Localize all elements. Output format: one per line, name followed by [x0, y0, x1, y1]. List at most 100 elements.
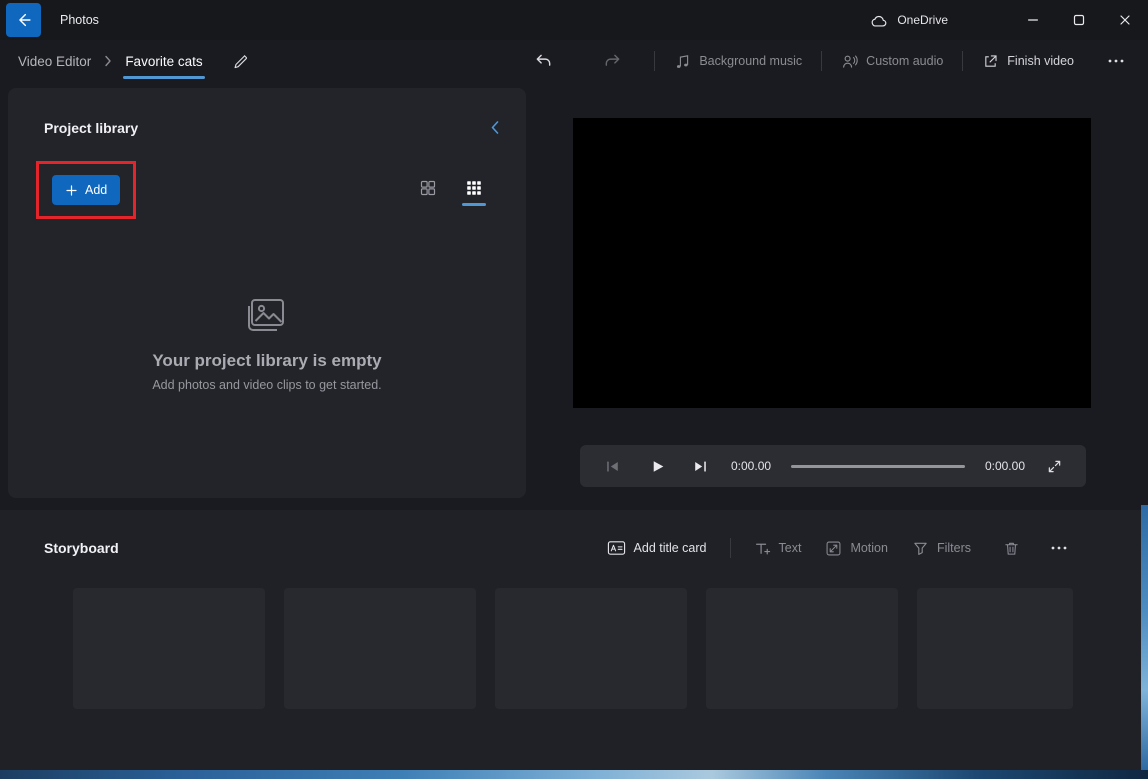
undo-icon — [534, 52, 553, 71]
music-note-icon — [674, 53, 691, 70]
play-button[interactable] — [641, 454, 674, 479]
plus-icon — [65, 184, 78, 197]
toolbar-separator — [962, 51, 963, 71]
elapsed-time: 0:00.00 — [731, 459, 771, 473]
background-music-label: Background music — [699, 54, 802, 68]
text-icon — [754, 540, 771, 557]
back-button[interactable] — [6, 3, 41, 37]
view-toggle-large-thumbnails[interactable] — [416, 175, 440, 206]
motion-button[interactable]: Motion — [813, 536, 900, 561]
custom-audio-icon — [841, 53, 858, 70]
storyboard-placeholder — [917, 588, 1073, 709]
project-name[interactable]: Favorite cats — [125, 40, 202, 82]
more-options-button[interactable] — [1098, 46, 1134, 76]
pencil-icon — [232, 53, 249, 70]
fullscreen-button[interactable] — [1039, 455, 1070, 478]
add-button[interactable]: Add — [52, 175, 120, 205]
motion-icon — [825, 540, 842, 557]
add-button-label: Add — [85, 183, 107, 197]
add-title-card-label: Add title card — [634, 541, 707, 555]
titlebar: Photos OneDrive — [0, 0, 1148, 40]
desktop-wallpaper-strip-bottom — [0, 770, 1148, 779]
delete-button[interactable] — [997, 536, 1026, 561]
ellipsis-icon — [1107, 52, 1125, 70]
view-toggles — [416, 175, 486, 206]
seek-track — [791, 465, 965, 468]
chevron-left-icon — [490, 120, 500, 135]
export-icon — [982, 53, 999, 70]
breadcrumb-video-editor[interactable]: Video Editor — [18, 50, 91, 73]
main-area: Project library Add — [0, 82, 1148, 510]
project-library-title: Project library — [44, 120, 138, 136]
ellipsis-icon — [1050, 539, 1068, 557]
photos-app-window: Photos OneDrive — [0, 0, 1148, 770]
project-library-panel: Project library Add — [8, 88, 526, 498]
redo-icon — [603, 52, 622, 71]
minimize-button[interactable] — [1010, 0, 1056, 40]
text-label: Text — [779, 541, 802, 555]
custom-audio-label: Custom audio — [866, 54, 943, 68]
storyboard-cards — [0, 588, 1148, 709]
motion-label: Motion — [850, 541, 888, 555]
annotation-highlight: Add — [36, 161, 136, 219]
onedrive-label: OneDrive — [897, 13, 948, 27]
player-bar: 0:00.00 0:00.00 — [580, 445, 1086, 487]
storyboard-placeholder — [284, 588, 476, 709]
top-toolbar: Background music Custom audio Finish vid… — [525, 46, 1134, 77]
close-icon — [1117, 12, 1133, 28]
storyboard-placeholder — [706, 588, 898, 709]
empty-subtitle: Add photos and video clips to get starte… — [152, 378, 381, 392]
next-frame-button[interactable] — [684, 454, 717, 479]
play-icon — [649, 458, 666, 475]
title-card-icon — [607, 540, 626, 556]
project-name-label: Favorite cats — [125, 54, 202, 69]
video-preview — [573, 118, 1091, 408]
collapse-panel-button[interactable] — [486, 118, 504, 137]
add-title-card-button[interactable]: Add title card — [595, 536, 719, 560]
trash-icon — [1003, 540, 1020, 557]
custom-audio-button[interactable]: Custom audio — [833, 47, 951, 76]
expand-icon — [1047, 459, 1062, 474]
empty-title: Your project library is empty — [152, 351, 381, 371]
grid-2x2-icon — [419, 179, 437, 197]
maximize-icon — [1071, 12, 1087, 28]
cloud-icon — [869, 13, 889, 28]
project-name-underline — [123, 76, 204, 79]
storyboard-section: Storyboard Add title card Text — [0, 510, 1148, 770]
next-frame-icon — [692, 458, 709, 475]
undo-button[interactable] — [525, 46, 562, 77]
storyboard-more-button[interactable] — [1044, 535, 1074, 561]
finish-video-button[interactable]: Finish video — [974, 47, 1082, 76]
storyboard-placeholder — [495, 588, 687, 709]
app-title: Photos — [60, 13, 99, 27]
redo-button[interactable] — [594, 46, 631, 77]
empty-state: Your project library is empty Add photos… — [8, 295, 526, 392]
close-button[interactable] — [1102, 0, 1148, 40]
grid-3x3-icon — [465, 179, 483, 197]
background-music-button[interactable]: Background music — [666, 47, 810, 76]
filters-icon — [912, 540, 929, 557]
view-toggle-small-thumbnails[interactable] — [462, 175, 486, 206]
toolbar-separator — [821, 51, 822, 71]
maximize-button[interactable] — [1056, 0, 1102, 40]
filters-button[interactable]: Filters — [900, 536, 983, 561]
previous-frame-icon — [604, 458, 621, 475]
rename-project-button[interactable] — [228, 49, 253, 74]
storyboard-toolbar: Add title card Text Motion — [595, 535, 1074, 561]
onedrive-status[interactable]: OneDrive — [869, 13, 948, 28]
previous-frame-button[interactable] — [596, 454, 629, 479]
desktop-wallpaper-strip-right — [1141, 505, 1148, 770]
toolbar-separator — [730, 538, 731, 558]
text-button[interactable]: Text — [742, 536, 814, 561]
toolbar-separator — [654, 51, 655, 71]
storyboard-title: Storyboard — [44, 540, 119, 556]
total-time: 0:00.00 — [985, 459, 1025, 473]
window-controls — [1010, 0, 1148, 40]
storyboard-placeholder — [73, 588, 265, 709]
back-arrow-icon — [15, 11, 33, 29]
minimize-icon — [1025, 12, 1041, 28]
seek-slider[interactable] — [791, 458, 965, 474]
chevron-right-icon — [104, 55, 112, 67]
finish-video-label: Finish video — [1007, 54, 1074, 68]
photo-placeholder-icon — [244, 295, 290, 335]
